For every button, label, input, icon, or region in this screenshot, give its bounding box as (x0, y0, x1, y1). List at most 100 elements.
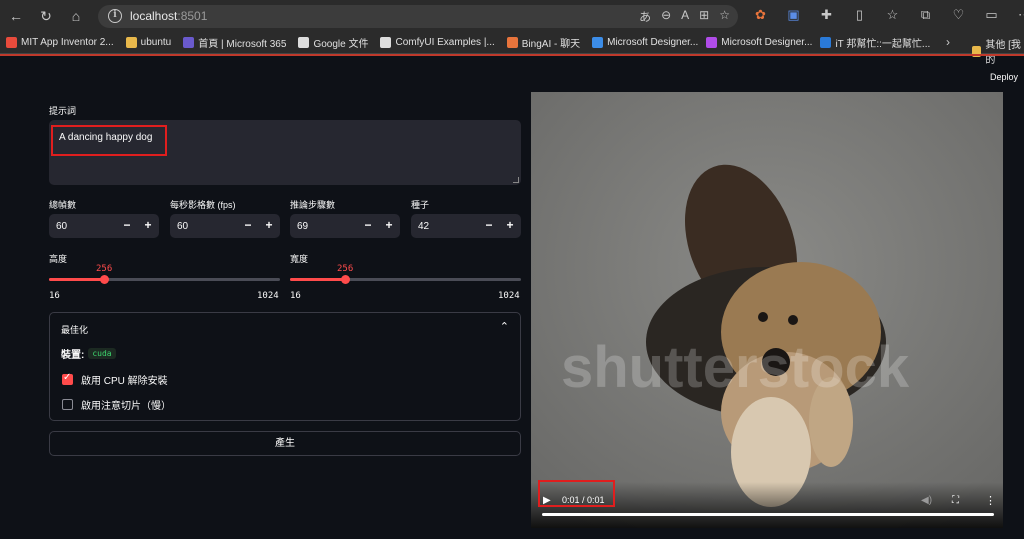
steps-increment-button[interactable]: + (382, 218, 396, 232)
height-label: 高度 (49, 254, 68, 264)
puzzle-icon[interactable]: ✚ (816, 7, 837, 23)
bookmark-item[interactable]: MIT App Inventor 2... (6, 37, 114, 48)
watermark-text: shutterstock (561, 335, 910, 400)
bookmark-item[interactable]: 首頁 | Microsoft 365 (183, 35, 286, 50)
frames-decrement-button[interactable]: − (120, 218, 134, 232)
steps-value: 69 (297, 221, 309, 232)
video-player[interactable]: shutterstock ▶ 0:01 / 0:01 ◀) ⛶ ⋮ (531, 92, 1003, 528)
generate-button[interactable]: 產生 (49, 431, 521, 456)
steps-decrement-button[interactable]: − (361, 218, 375, 232)
frames-input[interactable]: 60 − + (49, 214, 159, 238)
fps-value: 60 (177, 221, 189, 232)
bookmark-favicon-icon (706, 37, 718, 48)
highlight-box (538, 480, 615, 507)
width-label: 寬度 (290, 254, 309, 264)
height-min-label: 16 (49, 291, 60, 301)
page-icon (298, 37, 310, 48)
page-icon (380, 37, 392, 48)
collections-icon[interactable]: ⧉ (915, 7, 936, 23)
device-value: cuda (88, 348, 116, 359)
device-label: 裝置: (61, 350, 85, 361)
frames-label: 總幀數 (49, 200, 77, 210)
width-slider-value: 256 (337, 264, 354, 274)
width-slider-thumb[interactable] (341, 275, 350, 284)
width-slider-fill (290, 278, 345, 281)
width-max-label: 1024 (498, 291, 520, 301)
optimize-expander-title[interactable]: 最佳化 (61, 323, 88, 336)
chevron-up-icon[interactable]: ⌃ (500, 320, 509, 333)
read-aloud-icon[interactable]: あ (639, 8, 651, 25)
attention-slicing-checkbox[interactable] (62, 399, 73, 410)
home-icon[interactable]: ⌂ (66, 6, 86, 26)
translate-icon[interactable]: ▣ (783, 7, 804, 23)
back-icon[interactable]: ← (6, 6, 26, 26)
prompt-label: 提示詞 (49, 106, 77, 116)
screenshot-icon[interactable]: ▭ (981, 7, 1002, 23)
attention-slicing-checkbox-row[interactable]: 啟用注意切片（慢） (62, 397, 171, 412)
bookmark-item[interactable]: Google 文件 (298, 35, 368, 50)
attention-slicing-label: 啟用注意切片（慢） (81, 401, 171, 412)
health-icon[interactable]: ♡ (948, 7, 969, 23)
device-info: 裝置: cuda (61, 346, 116, 361)
frames-increment-button[interactable]: + (141, 218, 155, 232)
app-available-icon[interactable]: ⊞ (699, 8, 709, 25)
bookmark-favicon-icon (6, 37, 17, 48)
menu-icon[interactable]: ⋯ (1014, 7, 1024, 23)
seed-input[interactable]: 42 − + (411, 214, 521, 238)
resize-handle-icon[interactable] (513, 177, 519, 183)
folder-icon (125, 37, 137, 48)
seed-label: 種子 (411, 200, 430, 210)
deploy-button[interactable]: Deploy (990, 72, 1018, 82)
other-bookmarks[interactable]: 其他 [我的 (972, 36, 1024, 66)
font-icon[interactable]: A (681, 8, 689, 25)
fps-label: 每秒影格數 (fps) (170, 200, 236, 210)
fps-increment-button[interactable]: + (262, 218, 276, 232)
height-slider[interactable] (49, 275, 280, 284)
seed-value: 42 (418, 221, 430, 232)
width-min-label: 16 (290, 291, 301, 301)
bookmark-favicon-icon (506, 37, 518, 48)
favorites-icon[interactable]: ☆ (882, 7, 903, 23)
favorite-star-icon[interactable]: ☆ (719, 8, 730, 25)
fps-input[interactable]: 60 − + (170, 214, 280, 238)
reload-icon[interactable]: ↻ (36, 6, 56, 26)
video-frame-dog: shutterstock (531, 92, 1003, 528)
optimize-expander: 最佳化 ⌃ 裝置: cuda 啟用 CPU 解除安裝 啟用注意切片（慢） (49, 312, 521, 421)
cpu-offload-label: 啟用 CPU 解除安裝 (81, 376, 168, 387)
bookmark-item[interactable]: BingAI - 聊天 (506, 35, 580, 50)
split-screen-icon[interactable]: ▯ (849, 7, 870, 23)
more-options-icon[interactable]: ⋮ (985, 494, 996, 507)
volume-icon[interactable]: ◀) (921, 495, 932, 506)
url-text: localhost:8501 (130, 9, 208, 23)
highlight-box (51, 125, 167, 156)
seed-increment-button[interactable]: + (503, 218, 517, 232)
height-max-label: 1024 (257, 291, 279, 301)
bookmark-favicon-icon (592, 37, 604, 48)
zoom-icon[interactable]: ⊖ (661, 8, 671, 25)
height-slider-thumb[interactable] (100, 275, 109, 284)
bookmark-item[interactable]: ubuntu (125, 37, 171, 48)
fps-decrement-button[interactable]: − (241, 218, 255, 232)
extension-icon[interactable]: ✿ (750, 7, 771, 23)
bookmark-item[interactable]: iT 邦幫忙::一起幫忙... (820, 35, 930, 50)
bookmark-item[interactable]: ComfyUI Examples |... (380, 37, 495, 48)
cpu-offload-checkbox-row[interactable]: 啟用 CPU 解除安裝 (62, 372, 168, 387)
height-slider-value: 256 (96, 264, 113, 274)
browser-toolbar: ← ↻ ⌂ i localhost:8501 あ ⊖ A ⊞ ☆ ✿ ▣ ✚ ▯… (0, 0, 1024, 32)
bookmark-favicon-icon (183, 37, 195, 48)
bookmark-item[interactable]: Microsoft Designer... (592, 37, 698, 48)
steps-input[interactable]: 69 − + (290, 214, 400, 238)
chevron-right-icon[interactable]: › (946, 35, 950, 49)
bookmark-item[interactable]: Microsoft Designer... (706, 37, 812, 48)
page-top-divider (0, 54, 1024, 56)
video-progress-bar[interactable] (542, 513, 994, 516)
address-bar[interactable]: i localhost:8501 あ ⊖ A ⊞ ☆ (98, 5, 738, 28)
height-slider-fill (49, 278, 104, 281)
width-slider[interactable] (290, 275, 521, 284)
bookmark-favicon-icon (820, 37, 832, 48)
seed-decrement-button[interactable]: − (482, 218, 496, 232)
site-info-icon[interactable]: i (108, 9, 122, 23)
frames-value: 60 (56, 221, 68, 232)
fullscreen-icon[interactable]: ⛶ (952, 495, 959, 506)
cpu-offload-checkbox[interactable] (62, 372, 73, 385)
